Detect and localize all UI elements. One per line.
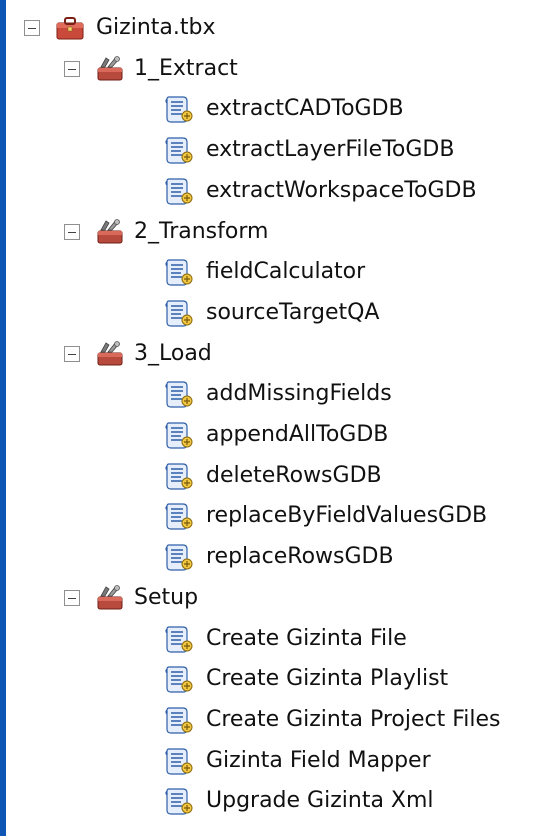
tree-item-toolset[interactable]: Setup	[6, 578, 537, 618]
tree-item-label: replaceByFieldValuesGDB	[206, 503, 488, 529]
collapse-minus-icon[interactable]	[64, 589, 80, 606]
tree-item-label: Create Gizinta Project Files	[206, 706, 501, 732]
script-tool-icon	[162, 297, 194, 329]
tree-item-tool[interactable]: fieldCalculator	[6, 252, 537, 292]
tree-item-label: deleteRowsGDB	[206, 462, 382, 488]
tree-item-label: 2_Transform	[134, 218, 269, 244]
script-tool-icon	[162, 378, 194, 410]
tree-item-label: Create Gizinta Playlist	[206, 666, 449, 692]
tree-item-tool[interactable]: Create Gizinta Project Files	[6, 700, 537, 740]
tree-item-label: sourceTargetQA	[206, 299, 380, 325]
tree-item-tool[interactable]: Gizinta Field Mapper	[6, 741, 537, 781]
script-tool-icon	[162, 541, 194, 573]
toolset-icon	[94, 582, 126, 614]
tree-item-label: Gizinta.tbx	[96, 15, 216, 40]
tree-item-toolset[interactable]: 3_Load	[6, 334, 537, 374]
tree-item-label: replaceRowsGDB	[206, 544, 394, 570]
script-tool-icon	[162, 623, 194, 655]
collapse-minus-icon[interactable]	[64, 60, 80, 77]
script-tool-icon	[162, 704, 194, 736]
tree-item-tool[interactable]: sourceTargetQA	[6, 293, 537, 333]
tree-item-label: 1_Extract	[134, 55, 238, 81]
script-tool-icon	[162, 256, 194, 288]
tree-item-tool[interactable]: extractCADToGDB	[6, 89, 537, 129]
tree-item-label: extractWorkspaceToGDB	[206, 177, 477, 203]
collapse-minus-icon[interactable]	[64, 223, 80, 240]
tree-item-toolset[interactable]: 2_Transform	[6, 212, 537, 252]
toolbox-tree-panel: Gizinta.tbx 1_Extract extractCADToGDB extr…	[0, 0, 537, 836]
tree-item-toolset[interactable]: 1_Extract	[6, 49, 537, 89]
tree-item-tool[interactable]: extractWorkspaceToGDB	[6, 171, 537, 211]
tree-item-tool[interactable]: deleteRowsGDB	[6, 456, 537, 496]
tree-item-tool[interactable]: extractLayerFileToGDB	[6, 130, 537, 170]
tree-item-label: Setup	[134, 584, 199, 610]
tree-item-label: fieldCalculator	[206, 259, 366, 285]
script-tool-icon	[162, 175, 194, 207]
script-tool-icon	[162, 745, 194, 777]
tree-item-label: Create Gizinta File	[206, 625, 407, 651]
tree-item-label: Gizinta Field Mapper	[206, 747, 431, 773]
script-tool-icon	[162, 460, 194, 492]
tree-item-toolbox[interactable]: Gizinta.tbx	[6, 8, 537, 48]
tree-item-tool[interactable]: appendAllToGDB	[6, 415, 537, 455]
script-tool-icon	[162, 500, 194, 532]
collapse-minus-icon[interactable]	[24, 20, 40, 36]
tree-item-label: addMissingFields	[206, 381, 392, 407]
tree-item-tool[interactable]: Create Gizinta Playlist	[6, 659, 537, 699]
tree-item-label: 3_Load	[134, 340, 212, 366]
tree-item-label: extractCADToGDB	[206, 96, 404, 122]
tree-item-label: appendAllToGDB	[206, 422, 389, 447]
tree-item-tool[interactable]: Upgrade Gizinta Xml	[6, 781, 537, 821]
script-tool-icon	[162, 93, 194, 125]
script-tool-icon	[162, 663, 194, 695]
tree-item-tool[interactable]: addMissingFields	[6, 374, 537, 414]
toolset-icon	[94, 216, 126, 248]
collapse-minus-icon[interactable]	[64, 345, 80, 362]
tree-item-tool[interactable]: replaceByFieldValuesGDB	[6, 496, 537, 536]
tree-item-tool[interactable]: Create Gizinta File	[6, 619, 537, 659]
script-tool-icon	[162, 134, 194, 166]
tree-item-label: Upgrade Gizinta Xml	[206, 788, 434, 814]
tree-item-label: extractLayerFileToGDB	[206, 137, 455, 163]
tree-item-tool[interactable]: replaceRowsGDB	[6, 537, 537, 577]
script-tool-icon	[162, 785, 194, 817]
toolbox-icon	[54, 12, 86, 44]
toolset-icon	[94, 53, 126, 85]
toolset-icon	[94, 338, 126, 370]
script-tool-icon	[162, 419, 194, 451]
